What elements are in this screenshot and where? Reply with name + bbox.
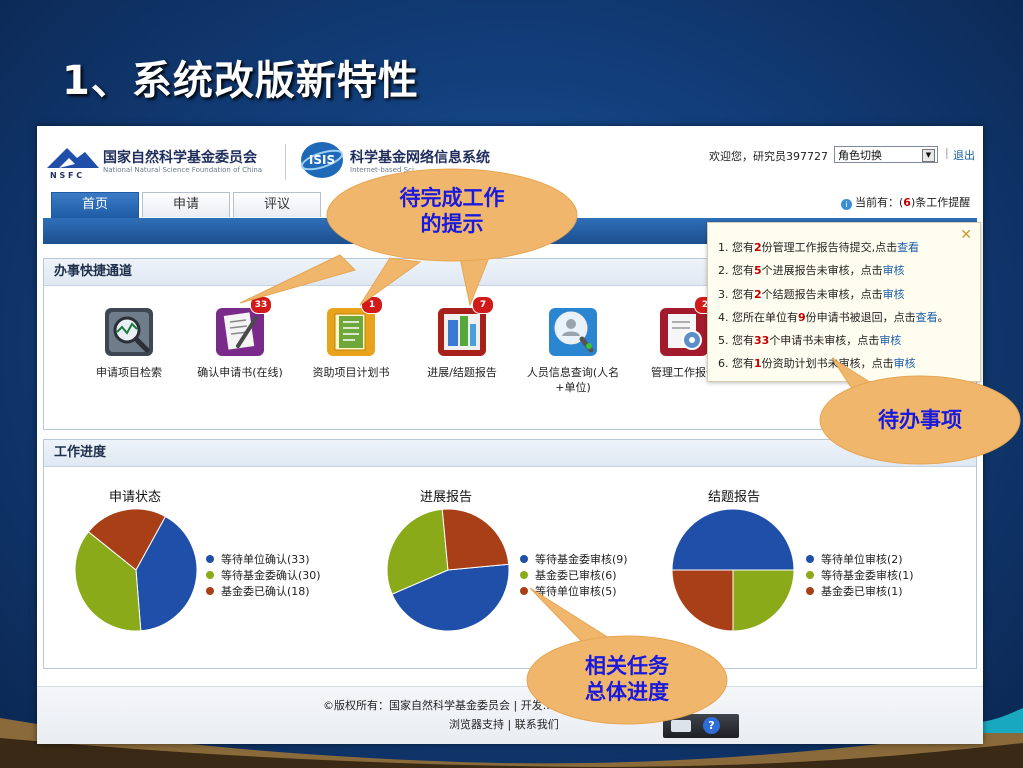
reminder-count: 6	[903, 196, 911, 209]
footer: ©版权所有：国家自然科学基金委员会 | 开发... 浏览器支持 | 联系我们	[37, 686, 983, 744]
legend-swatch	[206, 571, 214, 579]
callout-todo-tip: 待完成工作 的提示	[399, 186, 505, 236]
reminder-list: 1. 您有2份管理工作报告待提交,点击查看 2. 您有5个进展报告未审核，点击审…	[718, 236, 976, 376]
badge-count: 33	[250, 296, 272, 314]
legend-item: 基金委已审核(1)	[806, 583, 903, 599]
work-reminder-link[interactable]: i 当前有：(6)条工作提醒	[841, 194, 970, 210]
legend-item: 基金委已审核(6)	[520, 567, 617, 583]
callout-pending: 待办事项	[878, 408, 962, 432]
contact-link[interactable]: 联系我们	[515, 718, 559, 731]
app-header: N S F C 国家自然科学基金委员会 National Natural Sci…	[37, 126, 983, 190]
shortcut-confirm-application[interactable]: 33 确认申请书(在线)	[185, 296, 295, 380]
legend-swatch	[806, 587, 814, 595]
legend-label: 基金委已审核(1)	[821, 585, 903, 598]
legend-swatch	[520, 571, 528, 579]
org-name-cn: 国家自然科学基金委员会	[103, 150, 257, 166]
search-chart-icon	[105, 308, 153, 356]
chevron-down-icon[interactable]: ▼	[922, 149, 935, 162]
pie-slice	[441, 508, 510, 571]
footer-links: 浏览器支持 | 联系我们	[449, 718, 559, 731]
progress-panel: 工作进度 申请状态等待单位确认(33) 等待基金委确认(30) 基金委已确认(18)…	[43, 439, 977, 669]
legend-item: 等待基金委确认(30)	[206, 567, 321, 583]
pie-slice	[671, 569, 734, 632]
list-item: 1. 您有2份管理工作报告待提交,点击查看	[718, 241, 920, 254]
system-name-cn: 科学基金网络信息系统	[350, 150, 490, 166]
badge-count: 7	[472, 296, 494, 314]
legend-item: 等待单位审核(5)	[520, 583, 617, 599]
reminder-action-link[interactable]: 查看	[916, 311, 938, 324]
system-name-en: Internet-based Sci...	[350, 166, 421, 174]
list-item: 3. 您有2个结题报告未审核，点击审核	[718, 287, 905, 301]
chart-title: 结题报告	[708, 490, 761, 505]
pie-chart	[671, 508, 795, 632]
logout-link[interactable]: 退出	[953, 147, 975, 163]
progress-title: 工作进度	[44, 440, 976, 467]
chart-title: 进展报告	[420, 490, 473, 505]
reminder-action-link[interactable]: 审核	[894, 357, 916, 370]
shortcut-funding-plan[interactable]: 1 资助项目计划书	[296, 296, 406, 380]
legend-swatch	[520, 555, 528, 563]
isis-logo-icon: ISIS	[300, 142, 344, 178]
tab-review[interactable]: 评议	[233, 192, 321, 217]
pie-chart	[386, 508, 510, 632]
role-switch-value: 角色切换	[838, 149, 882, 162]
legend-label: 基金委已审核(6)	[535, 569, 617, 582]
pie-slice	[671, 508, 795, 571]
reminder-action-link[interactable]: 审核	[883, 288, 905, 301]
user-search-icon	[549, 308, 597, 356]
legend-item: 等待基金委审核(1)	[806, 567, 914, 583]
svg-text:ISIS: ISIS	[309, 153, 335, 167]
welcome-text: 欢迎您，研究员397727	[709, 150, 828, 163]
pie-chart	[74, 508, 198, 632]
shortcut-project-search[interactable]: 申请项目检索	[74, 304, 184, 380]
reminder-action-link[interactable]: 审核	[883, 264, 905, 277]
tab-apply[interactable]: 申请	[142, 192, 230, 217]
legend-item: 等待基金委审核(9)	[520, 551, 628, 567]
reminder-popup: ✕ 1. 您有2份管理工作报告待提交,点击查看 2. 您有5个进展报告未审核，点…	[707, 222, 981, 382]
role-switch-select[interactable]: 角色切换 ▼	[834, 146, 938, 163]
list-item: 2. 您有5个进展报告未审核，点击审核	[718, 264, 905, 278]
chart-title: 申请状态	[109, 490, 162, 505]
legend-label: 等待单位确认(33)	[221, 553, 310, 566]
copyright-text: ©版权所有：国家自然科学基金委员会 | 开发...	[323, 699, 554, 712]
legend-label: 等待基金委审核(9)	[535, 553, 628, 566]
browser-support-link[interactable]: 浏览器支持	[449, 718, 504, 731]
legend-item: 基金委已确认(18)	[206, 583, 310, 599]
legend-swatch	[206, 587, 214, 595]
pie-slice	[732, 569, 795, 632]
help-icon[interactable]: ?	[703, 717, 720, 734]
legend-label: 等待单位审核(2)	[821, 553, 903, 566]
tab-home[interactable]: 首页	[51, 192, 139, 219]
legend-swatch	[806, 555, 814, 563]
taskbar-widget: ?	[663, 714, 739, 738]
list-item: 4. 您所在单位有9份申请书被退回，点击查看。	[718, 310, 949, 324]
org-name-en: National Natural Science Foundation of C…	[103, 166, 263, 174]
callout-progress: 相关任务 总体进度	[585, 654, 669, 704]
info-icon: i	[841, 199, 852, 210]
reminder-action-link[interactable]: 审核	[879, 334, 901, 347]
legend-swatch	[520, 587, 528, 595]
header-divider	[285, 144, 286, 180]
legend-label: 等待基金委审核(1)	[821, 569, 914, 582]
shortcut-progress-report[interactable]: 7 进展/结题报告	[407, 296, 517, 380]
logout-separator: |	[945, 146, 949, 159]
list-item: 5. 您有33个申请书未审核，点击审核	[718, 334, 902, 348]
list-item: 6. 您有1份资助计划书未审核，点击审核	[718, 357, 916, 371]
legend-item: 等待单位审核(2)	[806, 551, 903, 567]
svg-text:N S F C: N S F C	[50, 171, 82, 180]
legend-label: 基金委已确认(18)	[221, 585, 310, 598]
legend-item: 等待单位确认(33)	[206, 551, 310, 567]
legend-label: 等待单位审核(5)	[535, 585, 617, 598]
legend-swatch	[806, 571, 814, 579]
keyboard-icon[interactable]	[671, 720, 691, 732]
legend-swatch	[206, 555, 214, 563]
legend-label: 等待基金委确认(30)	[221, 569, 321, 582]
badge-count: 1	[361, 296, 383, 314]
slide-title: 1、系统改版新特性	[62, 58, 419, 104]
reminder-action-link[interactable]: 查看	[897, 241, 919, 254]
shortcut-personnel-query[interactable]: 人员信息查询(人名+单位)	[518, 304, 628, 395]
nsfc-logo-icon: N S F C	[47, 148, 99, 180]
